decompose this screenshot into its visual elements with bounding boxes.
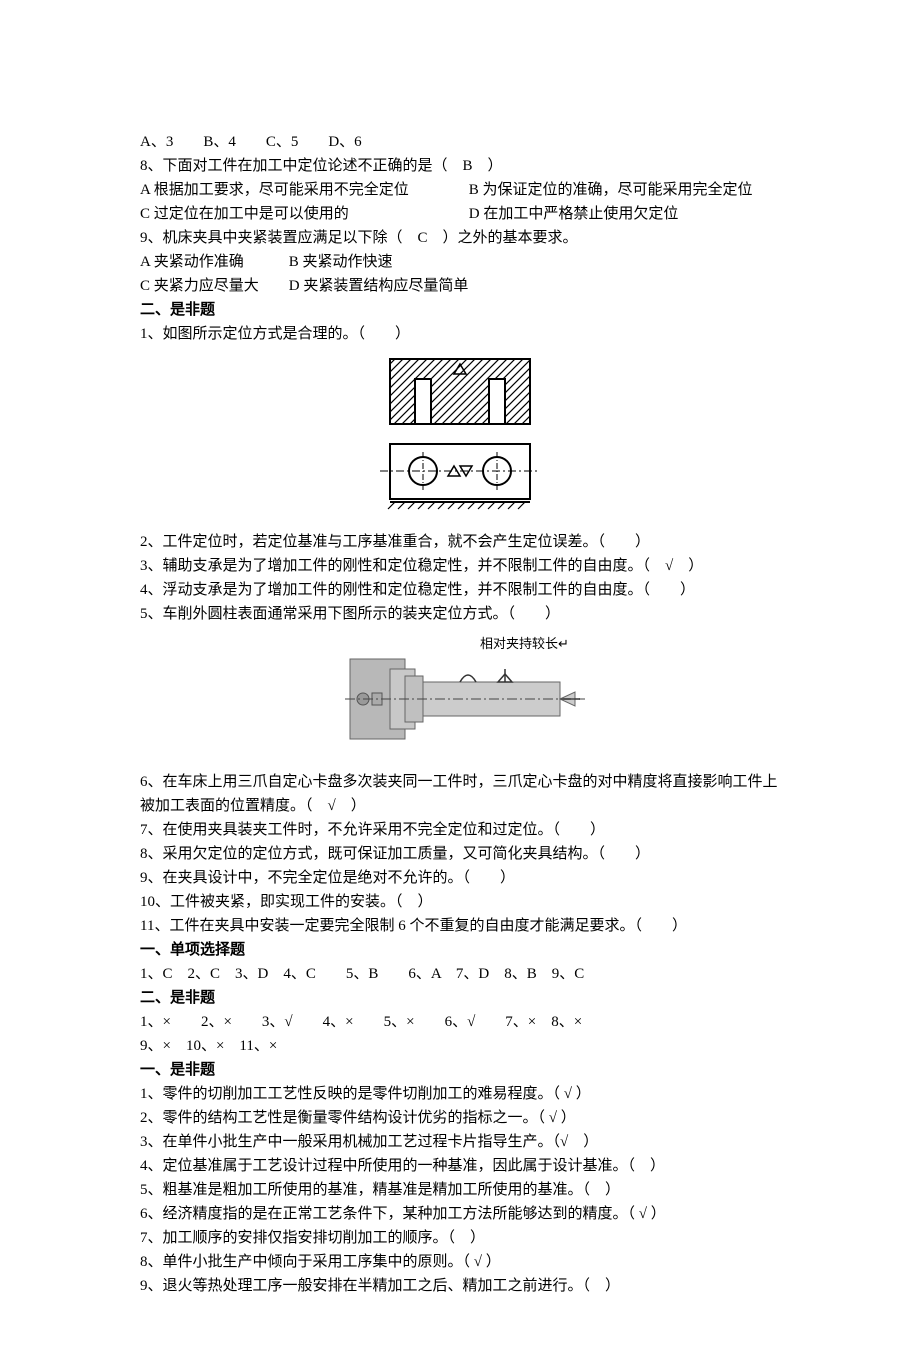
tf2-question-6: 6、经济精度指的是在正常工艺条件下，某种加工方法所能够达到的精度。（ √ ） bbox=[140, 1202, 780, 1226]
tf-answers-2: 9、× 10、× 11、× bbox=[140, 1034, 780, 1058]
tf-question-3: 3、辅助支承是为了增加工件的刚性和定位稳定性，并不限制工件的自由度。（ √ ） bbox=[140, 554, 780, 578]
figure-1 bbox=[140, 354, 780, 522]
tf2-question-2: 2、零件的结构工艺性是衡量零件结构设计优劣的指标之一。（ √ ） bbox=[140, 1106, 780, 1130]
tf-question-11: 11、工件在夹具中安装一定要完全限制 6 个不重复的自由度才能满足要求。（ ） bbox=[140, 914, 780, 938]
tf-question-2: 2、工件定位时，若定位基准与工序基准重合，就不会产生定位误差。（ ） bbox=[140, 530, 780, 554]
tf2-question-3: 3、在单件小批生产中一般采用机械加工艺过程卡片指导生产。（√ ） bbox=[140, 1130, 780, 1154]
tf-question-7: 7、在使用夹具装夹工件时，不允许采用不完全定位和过定位。（ ） bbox=[140, 818, 780, 842]
question-9-options-cd: C 夹紧力应尽量大 D 夹紧装置结构应尽量简单 bbox=[140, 274, 780, 298]
tf-question-6: 6、在车床上用三爪自定心卡盘多次装夹同一工件时，三爪定心卡盘的对中精度将直接影响… bbox=[140, 770, 780, 818]
tf2-question-4: 4、定位基准属于工艺设计过程中所使用的一种基准，因此属于设计基准。（ ） bbox=[140, 1154, 780, 1178]
tf2-question-5: 5、粗基准是粗加工所使用的基准，精基准是精加工所使用的基准。（ ） bbox=[140, 1178, 780, 1202]
option-line: A、3 B、4 C、5 D、6 bbox=[140, 130, 780, 154]
section-title-tf-2: 一、是非题 bbox=[140, 1058, 780, 1082]
tf2-question-8: 8、单件小批生产中倾向于采用工序集中的原则。（ √ ） bbox=[140, 1250, 780, 1274]
question-8-options-cd: C 过定位在加工中是可以使用的 D 在加工中严格禁止使用欠定位 bbox=[140, 202, 780, 226]
tf-answers-1: 1、× 2、× 3、√ 4、× 5、× 6、√ 7、× 8、× bbox=[140, 1010, 780, 1034]
section-title-tf-answers: 二、是非题 bbox=[140, 986, 780, 1010]
tf-question-1: 1、如图所示定位方式是合理的。（ ） bbox=[140, 322, 780, 346]
tf-question-10: 10、工件被夹紧，即实现工件的安装。（ ） bbox=[140, 890, 780, 914]
figure-2: 相对夹持较长↵ bbox=[140, 634, 780, 762]
tf-question-8: 8、采用欠定位的定位方式，既可保证加工质量，又可简化夹具结构。（ ） bbox=[140, 842, 780, 866]
tf2-question-1: 1、零件的切削加工工艺性反映的是零件切削加工的难易程度。（ √ ） bbox=[140, 1082, 780, 1106]
mc-answers: 1、C 2、C 3、D 4、C 5、B 6、A 7、D 8、B 9、C bbox=[140, 962, 780, 986]
question-9-options-ab: A 夹紧动作准确 B 夹紧动作快速 bbox=[140, 250, 780, 274]
section-title-mc-answers: 一、单项选择题 bbox=[140, 938, 780, 962]
tf2-question-7: 7、加工顺序的安排仅指安排切削加工的顺序。（ ） bbox=[140, 1226, 780, 1250]
figure-2-label: 相对夹持较长↵ bbox=[480, 636, 569, 651]
question-8: 8、下面对工件在加工中定位论述不正确的是（ B ） bbox=[140, 154, 780, 178]
tf2-question-9: 9、退火等热处理工序一般安排在半精加工之后、精加工之前进行。（ ） bbox=[140, 1274, 780, 1298]
question-9: 9、机床夹具中夹紧装置应满足以下除（ C ）之外的基本要求。 bbox=[140, 226, 780, 250]
tf-question-4: 4、浮动支承是为了增加工件的刚性和定位稳定性，并不限制工件的自由度。（ ） bbox=[140, 578, 780, 602]
question-8-options-ab: A 根据加工要求，尽可能采用不完全定位 B 为保证定位的准确，尽可能采用完全定位 bbox=[140, 178, 780, 202]
tf-question-9: 9、在夹具设计中，不完全定位是绝对不允许的。（ ） bbox=[140, 866, 780, 890]
section-title-true-false: 二、是非题 bbox=[140, 298, 780, 322]
tf-question-5: 5、车削外圆柱表面通常采用下图所示的装夹定位方式。（ ） bbox=[140, 602, 780, 626]
